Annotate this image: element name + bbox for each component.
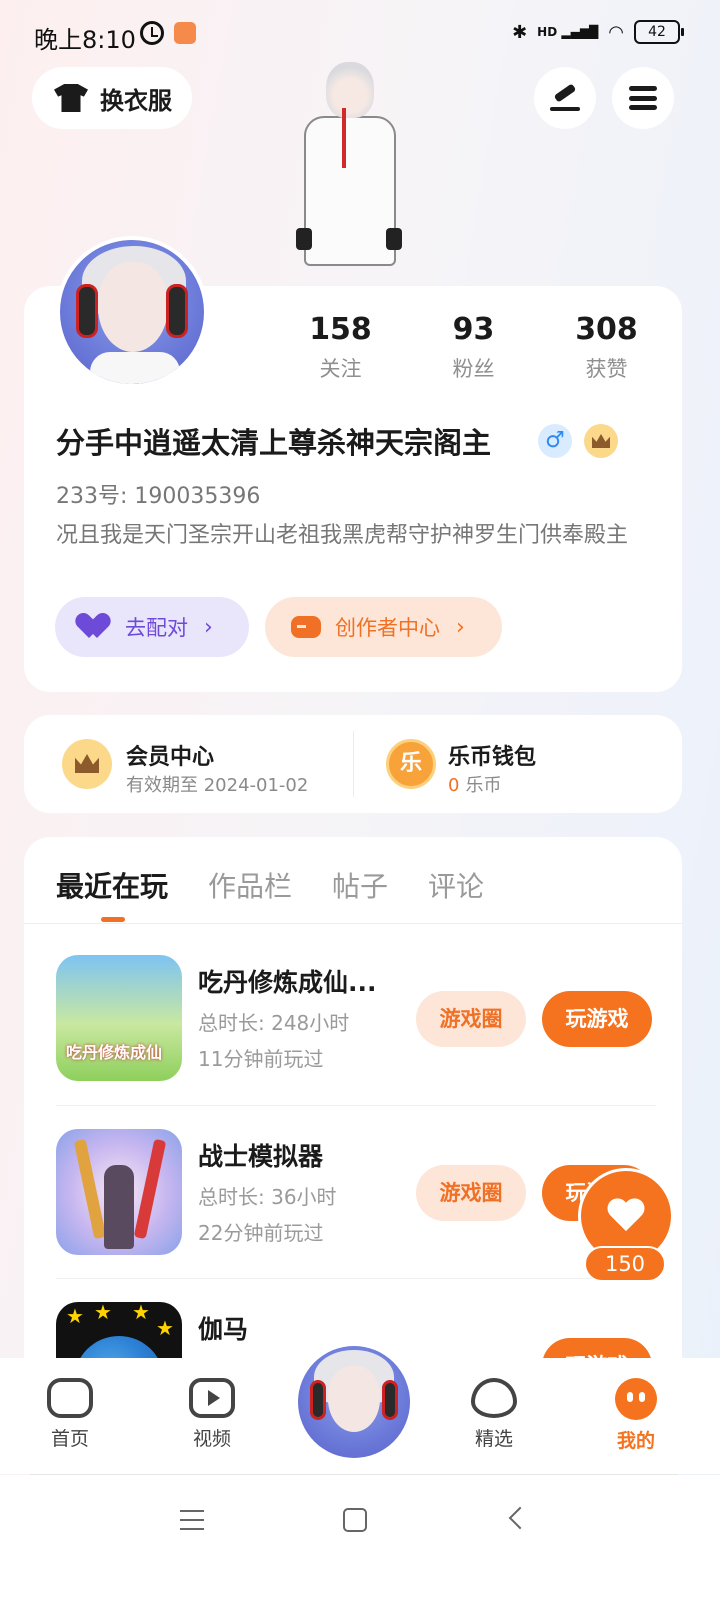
signal-icon: HD ▂▄▆█	[537, 25, 599, 39]
gamepad-icon	[291, 616, 321, 638]
game-thumbnail[interactable]	[56, 1129, 182, 1255]
tab-recently-played[interactable]: 最近在玩	[56, 865, 168, 905]
play-game-button[interactable]: 玩游戏	[542, 991, 652, 1047]
pen-icon	[550, 85, 580, 111]
avatar-character-figure[interactable]	[290, 58, 410, 288]
home-button[interactable]	[343, 1508, 367, 1532]
heart-outline-icon	[471, 1378, 517, 1418]
game-last-played: 22分钟前玩过	[198, 1221, 324, 1245]
profile-stats: 158 关注 93 粉丝 308 获赞	[274, 312, 674, 383]
face-icon	[615, 1378, 657, 1420]
creator-center-button[interactable]: 创作者中心 ›	[265, 597, 502, 657]
game-row[interactable]: 战士模拟器 总时长: 36小时 22分钟前玩过 游戏圈 玩游戏	[56, 1129, 656, 1279]
heart-icon	[607, 1199, 645, 1233]
video-icon	[189, 1378, 235, 1418]
system-nav-bar	[0, 1475, 720, 1600]
game-thumbnail[interactable]: 吃丹修炼成仙	[56, 955, 182, 1081]
clock: 晚上8:10	[34, 26, 136, 54]
tab-indicator	[101, 917, 125, 922]
app-notification-icon	[174, 22, 196, 44]
system-icons: ✱ HD ▂▄▆█ ◠ 42	[512, 20, 684, 44]
wifi-icon: ◠	[608, 21, 624, 43]
game-duration: 总时长: 36小时	[198, 1185, 337, 1209]
game-circle-button[interactable]: 游戏圈	[416, 991, 526, 1047]
tab-works[interactable]: 作品栏	[208, 865, 292, 905]
stat-following[interactable]: 158 关注	[274, 312, 407, 383]
heart-icon	[81, 614, 111, 640]
recent-apps-button[interactable]	[180, 1510, 204, 1530]
change-outfit-label: 换衣服	[100, 86, 172, 115]
shirt-icon	[54, 84, 88, 112]
nav-home[interactable]: 首页	[20, 1378, 120, 1451]
chevron-right-icon: ›	[204, 614, 213, 640]
coin-icon: 乐	[386, 739, 436, 789]
game-name: 吃丹修炼成仙...	[198, 968, 377, 997]
male-icon: ♂	[538, 424, 572, 458]
edit-profile-button[interactable]	[534, 67, 596, 129]
chevron-right-icon: ›	[456, 614, 465, 640]
game-duration: 总时长: 248小时	[198, 1011, 350, 1035]
profile-avatar[interactable]	[56, 236, 208, 388]
like-count-badge: 150	[584, 1246, 666, 1282]
nav-video[interactable]: 视频	[162, 1378, 262, 1451]
nav-featured[interactable]: 精选	[444, 1378, 544, 1451]
menu-icon	[629, 86, 657, 110]
game-name: 战士模拟器	[198, 1142, 324, 1171]
battery-icon: 42	[634, 20, 684, 44]
stat-followers[interactable]: 93 粉丝	[407, 312, 540, 383]
tab-comments[interactable]: 评论	[428, 865, 484, 905]
stat-likes[interactable]: 308 获赞	[540, 312, 673, 383]
vip-crown-badge-icon[interactable]	[584, 424, 618, 458]
game-last-played: 11分钟前玩过	[198, 1047, 324, 1071]
menu-button[interactable]	[612, 67, 674, 129]
alarm-icon	[140, 21, 164, 45]
user-bio: 况且我是天门圣宗开山老祖我黑虎帮守护神罗生门供奉殿主	[56, 523, 629, 548]
gamepad-icon	[47, 1378, 93, 1418]
username: 分手中逍遥太清上尊杀神天宗阁主	[56, 426, 492, 460]
game-circle-button[interactable]: 游戏圈	[416, 1165, 526, 1221]
tab-posts[interactable]: 帖子	[332, 865, 388, 905]
crown-icon	[62, 739, 112, 789]
nav-avatar-button[interactable]	[298, 1346, 410, 1458]
go-pair-button[interactable]: 去配对 ›	[55, 597, 249, 657]
change-outfit-button[interactable]: 换衣服	[32, 67, 192, 129]
nav-me[interactable]: 我的	[586, 1378, 686, 1453]
membership-card: 会员中心 有效期至 2024-01-02 乐 乐币钱包 0 乐币	[24, 715, 682, 813]
profile-tabs: 最近在玩 作品栏 帖子 评论	[56, 865, 484, 905]
game-row[interactable]: 吃丹修炼成仙 吃丹修炼成仙... 总时长: 248小时 11分钟前玩过 游戏圈 …	[56, 955, 656, 1105]
user-id: 233号: 190035396	[56, 484, 261, 509]
bluetooth-icon: ✱	[512, 21, 528, 43]
